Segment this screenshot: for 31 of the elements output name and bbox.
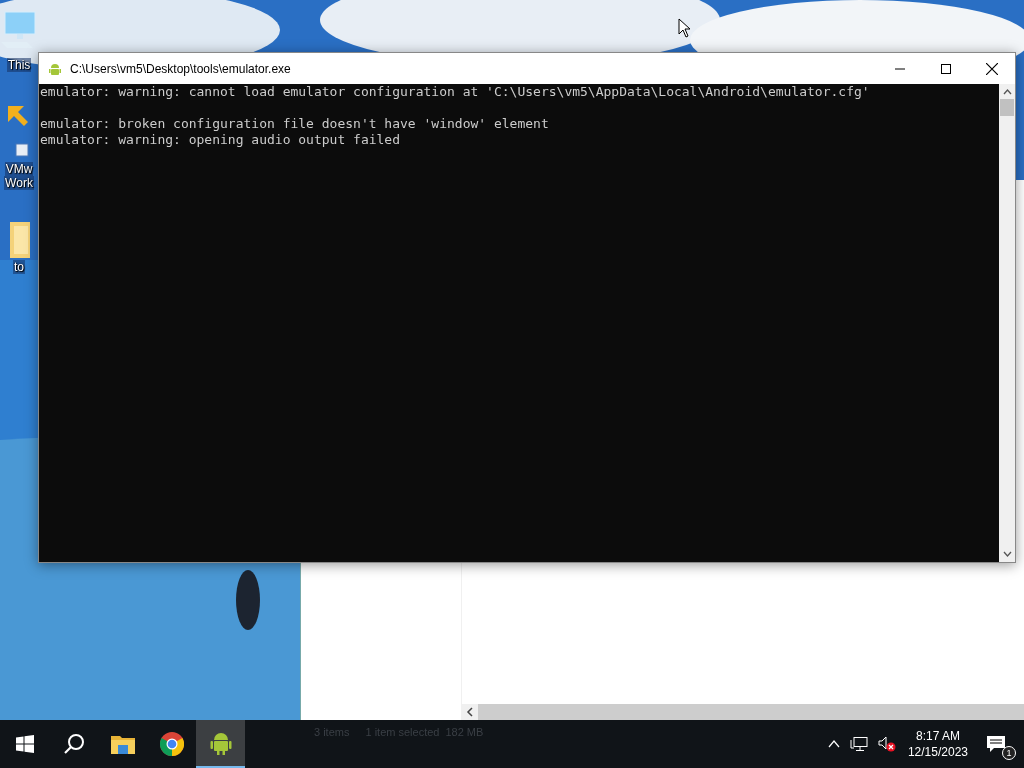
caret-up-icon[interactable] (827, 740, 840, 748)
scroll-up-icon[interactable] (1002, 89, 1012, 95)
folder-icon[interactable] (110, 734, 135, 754)
icon-label: Work (4, 176, 34, 190)
mouse-pointer-icon (678, 18, 691, 38)
scroll-down-icon[interactable] (1002, 551, 1012, 557)
network-icon[interactable] (849, 736, 868, 752)
notification-icon[interactable] (986, 735, 1006, 753)
maximize-icon[interactable] (941, 63, 951, 74)
horizontal-scrollbar[interactable] (462, 704, 1024, 720)
android-icon[interactable] (209, 731, 232, 755)
scroll-thumb[interactable] (1000, 99, 1014, 116)
speaker-icon[interactable] (877, 736, 896, 752)
console-line: emulator: warning: cannot load emulator configuration at 'C:\Users\vm5\AppData\Local\Android\emulator.cfg' (40, 84, 871, 100)
icon-label: to (13, 260, 25, 274)
taskbar-app[interactable] (196, 720, 245, 768)
clock-date[interactable]: 12/15/2023 (907, 744, 968, 760)
chrome-icon[interactable] (159, 732, 184, 756)
scroll-left-icon[interactable] (462, 704, 478, 720)
console-line: emulator: warning: opening audio output failed (40, 132, 402, 148)
android-icon (48, 61, 62, 76)
icon-label: This (6, 58, 32, 72)
search-icon[interactable] (62, 733, 85, 755)
window-title: C:\Users\vm5\Desktop\tools\emulator.exe (70, 61, 292, 76)
clock-time[interactable]: 8:17 AM (915, 728, 960, 744)
windows-icon[interactable] (15, 735, 34, 753)
icon-label: VMw (4, 162, 34, 176)
close-icon[interactable] (986, 62, 998, 75)
vertical-scrollbar[interactable] (999, 84, 1015, 562)
console-line: emulator: broken configuration file doesn't have 'window' element (40, 116, 550, 132)
notification-badge: 1 (1002, 746, 1016, 760)
